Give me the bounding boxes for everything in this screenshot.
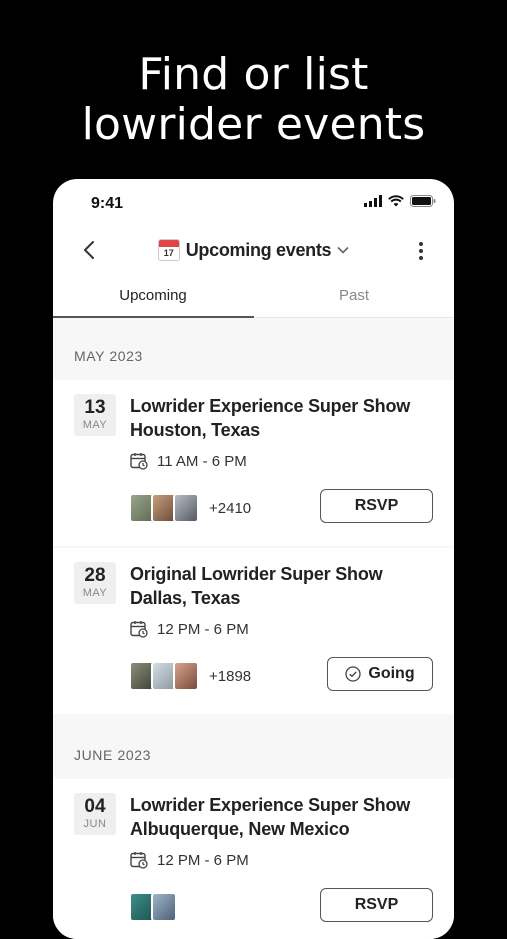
hero-headline: Find or list lowrider events — [0, 50, 507, 150]
event-card[interactable]: 13 MAY Lowrider Experience Super Show Ho… — [53, 380, 454, 546]
event-day: 04 — [84, 796, 106, 817]
rsvp-button-label: RSVP — [354, 497, 399, 514]
section-header-june: JUNE 2023 — [74, 747, 151, 763]
tab-upcoming[interactable]: Upcoming — [53, 287, 253, 304]
calendar-emoji-icon: 17 — [157, 239, 180, 261]
attendee-avatars[interactable]: +1898 — [129, 661, 251, 691]
hero-line-2: lowrider events — [81, 99, 426, 150]
calendar-clock-icon — [130, 453, 148, 470]
tab-past[interactable]: Past — [254, 287, 454, 304]
event-time: 11 AM - 6 PM — [130, 452, 247, 470]
check-circle-icon — [345, 666, 362, 682]
event-location: Albuquerque, New Mexico — [130, 819, 350, 839]
tab-bar: Upcoming Past — [53, 279, 454, 318]
event-list: MAY 2023 13 MAY Lowrider Experience Supe… — [53, 318, 454, 939]
event-time-text: 12 PM - 6 PM — [157, 851, 249, 869]
status-icons — [364, 195, 436, 207]
rsvp-button[interactable]: RSVP — [320, 888, 433, 922]
phone-screen: 9:41 17 Upcoming events Upcoming Past MA… — [53, 179, 454, 939]
event-title: Lowrider Experience Super Show Albuquerq… — [130, 793, 440, 841]
rsvp-button-label: RSVP — [354, 896, 399, 913]
event-title-line-1: Lowrider Experience Super Show — [130, 396, 411, 416]
avatar — [173, 493, 199, 523]
event-card[interactable]: 28 MAY Original Lowrider Super Show Dall… — [53, 548, 454, 714]
event-card[interactable]: 04 JUN Lowrider Experience Super Show Al… — [53, 779, 454, 939]
attendee-avatars[interactable] — [129, 892, 177, 922]
wifi-icon — [388, 195, 404, 207]
nav-title: Upcoming events — [185, 239, 332, 260]
event-date: 28 MAY — [74, 562, 116, 604]
event-month: MAY — [82, 419, 108, 431]
hero-line-1: Find or list — [138, 49, 369, 100]
calendar-emoji-day: 17 — [163, 248, 174, 258]
event-time: 12 PM - 6 PM — [130, 851, 249, 869]
attendee-count: +1898 — [209, 667, 252, 685]
attendee-count: +2410 — [209, 499, 252, 517]
going-button-label: Going — [368, 665, 415, 682]
event-date: 13 MAY — [74, 394, 116, 436]
event-location: Dallas, Texas — [130, 588, 241, 608]
event-title: Lowrider Experience Super Show Houston, … — [130, 394, 440, 442]
event-filter-dropdown[interactable]: 17 Upcoming events — [53, 239, 454, 261]
event-day: 28 — [84, 565, 106, 586]
more-vertical-icon[interactable] — [418, 241, 424, 261]
going-button[interactable]: Going — [327, 657, 433, 691]
event-time-text: 11 AM - 6 PM — [157, 452, 247, 470]
event-time: 12 PM - 6 PM — [130, 620, 249, 638]
nav-bar: 17 Upcoming events — [53, 231, 454, 271]
battery-icon — [410, 195, 436, 207]
chevron-down-icon — [337, 246, 349, 254]
event-date: 04 JUN — [74, 793, 116, 835]
avatar — [173, 661, 199, 691]
event-title-line-1: Original Lowrider Super Show — [130, 564, 383, 584]
event-title: Original Lowrider Super Show Dallas, Tex… — [130, 562, 440, 610]
event-location: Houston, Texas — [130, 420, 260, 440]
event-title-line-1: Lowrider Experience Super Show — [130, 795, 411, 815]
rsvp-button[interactable]: RSVP — [320, 489, 433, 523]
event-month: MAY — [82, 587, 108, 599]
calendar-clock-icon — [130, 852, 148, 869]
avatar — [151, 892, 177, 922]
signal-icon — [364, 195, 382, 207]
event-time-text: 12 PM - 6 PM — [157, 620, 249, 638]
event-day: 13 — [84, 397, 106, 418]
calendar-clock-icon — [130, 621, 148, 638]
status-bar: 9:41 — [53, 179, 454, 227]
status-time: 9:41 — [91, 195, 124, 212]
section-header-may: MAY 2023 — [74, 348, 143, 364]
attendee-avatars[interactable]: +2410 — [129, 493, 251, 523]
event-month: JUN — [83, 818, 107, 830]
